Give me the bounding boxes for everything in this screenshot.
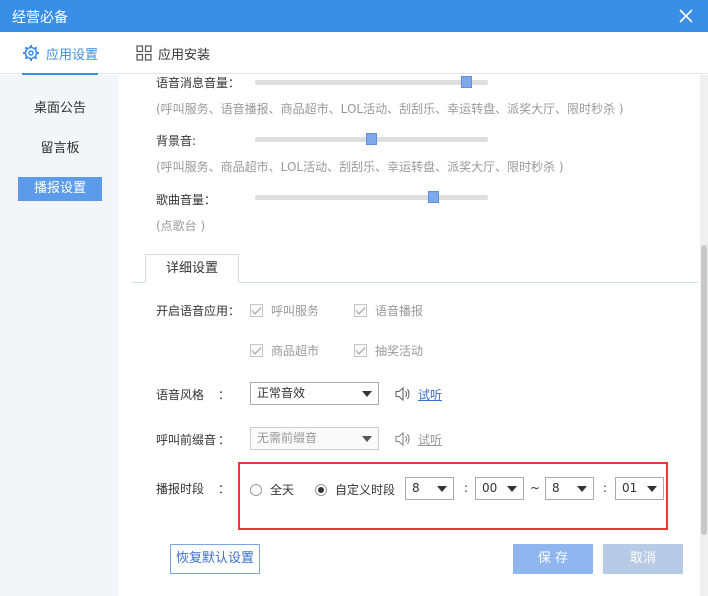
window-title: 经营必备 xyxy=(12,10,68,26)
song-volume-label: 歌曲音量： xyxy=(156,193,217,207)
scrollbar[interactable] xyxy=(700,75,708,596)
call-prefix-preview-link[interactable]: 试听 xyxy=(418,431,442,448)
gear-icon xyxy=(23,45,39,61)
slider-track xyxy=(255,80,488,85)
top-tab-bar: 应用设置 应用安装 xyxy=(0,32,708,75)
voice-volume-label: 语音消息音量： xyxy=(156,76,241,90)
checkbox-box[interactable] xyxy=(354,304,367,317)
voice-apps-label: 开启语音应用： xyxy=(156,304,241,318)
select-value: 无需前缀音 xyxy=(257,431,318,445)
voice-style-select[interactable]: 正常音效 xyxy=(250,382,379,405)
checkbox-lottery[interactable]: 抽奖活动 xyxy=(354,342,423,359)
broadcast-period-label: 播报时段 xyxy=(156,482,205,496)
checkbox-box[interactable] xyxy=(250,304,263,317)
voice-style-colon: ： xyxy=(218,388,231,402)
call-prefix-label: 呼叫前缀音 xyxy=(156,433,217,447)
checkbox-label: 语音播报 xyxy=(375,304,424,318)
song-volume-slider[interactable] xyxy=(255,191,488,203)
tab-app-settings-label: 应用设置 xyxy=(46,47,99,63)
close-icon[interactable] xyxy=(676,6,696,26)
song-volume-hint: (点歌台 ) xyxy=(156,219,206,233)
title-bar: 经营必备 xyxy=(0,0,708,32)
checkbox-goods-market[interactable]: 商品超市 xyxy=(250,342,319,359)
background-volume-hint: (呼叫服务、商品超市、LOL活动、刮刮乐、幸运转盘、派奖大厅、限时秒杀 ) xyxy=(156,160,564,174)
scrollbar-thumb[interactable] xyxy=(701,245,707,535)
slider-thumb[interactable] xyxy=(428,191,439,203)
voice-volume-slider[interactable] xyxy=(255,76,488,88)
select-value: 正常音效 xyxy=(257,386,306,400)
broadcast-period-colon: ： xyxy=(218,482,231,496)
checkbox-label: 商品超市 xyxy=(271,344,320,358)
call-prefix-select[interactable]: 无需前缀音 xyxy=(250,427,379,450)
checkbox-call-service[interactable]: 呼叫服务 xyxy=(250,302,319,319)
checkbox-box[interactable] xyxy=(354,344,367,357)
slider-track xyxy=(255,195,488,200)
call-prefix-colon: ： xyxy=(218,433,231,447)
cancel-button[interactable]: 取消 xyxy=(603,544,683,574)
voice-volume-hint: (呼叫服务、语音播报、商品超市、LOL活动、刮刮乐、幸运转盘、派奖大厅、限时秒杀… xyxy=(156,102,624,116)
sidebar-item-broadcast-settings[interactable]: 播报设置 xyxy=(18,177,102,201)
reset-default-button[interactable]: 恢复默认设置 xyxy=(170,544,260,574)
speaker-icon[interactable] xyxy=(394,431,412,447)
sidebar-item-message-board[interactable]: 留言板 xyxy=(18,137,102,161)
background-volume-slider[interactable] xyxy=(255,133,488,145)
tab-app-install[interactable]: 应用安装 xyxy=(136,32,210,74)
sidebar-item-desktop-notice[interactable]: 桌面公告 xyxy=(18,97,102,121)
chevron-down-icon xyxy=(362,391,372,397)
tab-app-settings[interactable]: 应用设置 xyxy=(22,32,99,75)
voice-style-preview-link[interactable]: 试听 xyxy=(418,386,442,403)
grid-icon xyxy=(136,45,152,61)
sidebar: 桌面公告 留言板 播报设置 xyxy=(0,75,118,596)
slider-thumb[interactable] xyxy=(461,76,472,88)
checkbox-label: 抽奖活动 xyxy=(375,344,424,358)
highlight-box xyxy=(238,462,668,530)
voice-style-label: 语音风格 xyxy=(156,388,205,402)
checkbox-box[interactable] xyxy=(250,344,263,357)
tab-app-install-label: 应用安装 xyxy=(158,47,211,63)
checkbox-voice-broadcast[interactable]: 语音播报 xyxy=(354,302,423,319)
checkbox-label: 呼叫服务 xyxy=(271,304,320,318)
chevron-down-icon xyxy=(362,436,372,442)
background-volume-label: 背景音: xyxy=(156,134,197,148)
tab-detail-settings[interactable]: 详细设置 xyxy=(145,254,239,283)
save-button[interactable]: 保 存 xyxy=(513,544,593,574)
slider-thumb[interactable] xyxy=(366,133,377,145)
speaker-icon[interactable] xyxy=(394,386,412,402)
